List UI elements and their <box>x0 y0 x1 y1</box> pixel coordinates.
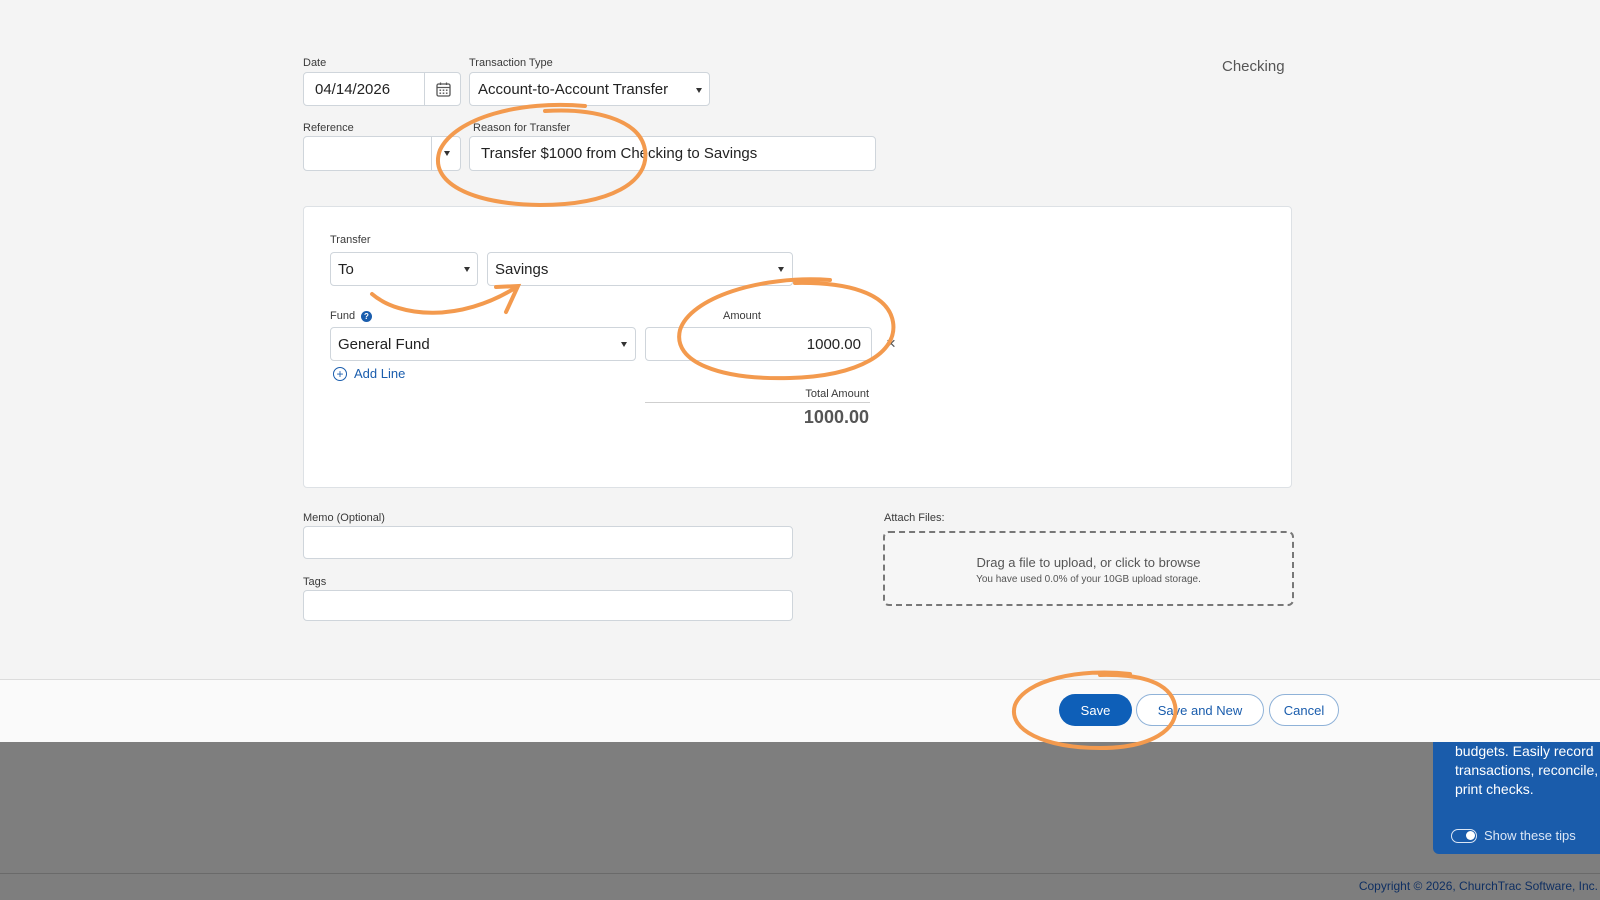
transfer-direction-select[interactable]: To <box>330 252 478 286</box>
reference-label: Reference <box>303 122 354 134</box>
reference-dropdown-button[interactable] <box>431 136 461 171</box>
transfer-account-select[interactable]: Savings <box>487 252 793 286</box>
dropzone-main-text: Drag a file to upload, or click to brows… <box>976 555 1201 570</box>
fund-value: General Fund <box>338 335 430 353</box>
account-title: Checking <box>1222 58 1285 75</box>
fund-label: Fund <box>330 310 356 322</box>
cancel-button[interactable]: Cancel <box>1269 694 1339 726</box>
transfer-direction-value: To <box>338 260 354 278</box>
reason-value: Transfer $1000 from Checking to Savings <box>481 145 758 162</box>
add-line-button[interactable]: + Add Line <box>333 366 405 381</box>
date-value: 04/14/2026 <box>315 80 391 98</box>
calendar-button[interactable] <box>424 72 461 106</box>
file-dropzone[interactable]: Drag a file to upload, or click to brows… <box>883 531 1294 606</box>
chevron-down-icon <box>464 267 470 272</box>
save-and-new-button[interactable]: Save and New <box>1136 694 1264 726</box>
transaction-modal: Checking Date 04/14/2026 Transaction Typ… <box>0 0 1600 742</box>
add-line-label: Add Line <box>354 366 406 381</box>
remove-line-icon[interactable]: × <box>886 334 896 354</box>
transaction-type-select[interactable]: Account-to-Account Transfer <box>469 72 710 106</box>
save-button[interactable]: Save <box>1059 694 1132 726</box>
help-icon[interactable]: ? <box>361 311 372 322</box>
tips-panel: budgets. Easily record transactions, rec… <box>1433 742 1600 854</box>
amount-label: Amount <box>723 310 761 322</box>
reason-label: Reason for Transfer <box>473 122 571 134</box>
modal-footer <box>0 679 1600 742</box>
transaction-type-value: Account-to-Account Transfer <box>478 80 669 98</box>
toggle-switch-icon <box>1451 828 1477 843</box>
reason-field[interactable]: Transfer $1000 from Checking to Savings <box>469 136 876 171</box>
transfer-account-value: Savings <box>495 260 549 278</box>
total-amount-value: 1000.00 <box>803 407 869 427</box>
attach-files-label: Attach Files: <box>884 512 945 524</box>
chevron-down-icon <box>621 342 627 347</box>
transfer-label: Transfer <box>330 234 371 246</box>
date-label: Date <box>303 57 327 69</box>
dropzone-storage-text: You have used 0.0% of your 10GB upload s… <box>976 574 1201 585</box>
tags-field[interactable] <box>303 590 793 621</box>
amount-value: 1000.00 <box>806 335 861 353</box>
chevron-down-icon <box>696 88 702 93</box>
tags-label: Tags <box>303 576 327 588</box>
memo-label: Memo (Optional) <box>303 512 385 524</box>
transaction-type-label: Transaction Type <box>469 57 553 69</box>
total-divider <box>645 402 870 403</box>
copyright-text: Copyright © 2026, ChurchTrac Software, I… <box>1358 879 1598 893</box>
amount-field[interactable]: 1000.00 <box>645 327 872 361</box>
chevron-down-icon <box>443 151 450 156</box>
plus-circle-icon: + <box>333 366 347 381</box>
memo-field[interactable] <box>303 526 793 559</box>
tip-text: budgets. Easily record transactions, rec… <box>1455 743 1599 797</box>
show-tips-label: Show these tips <box>1484 828 1576 843</box>
fund-select[interactable]: General Fund <box>330 327 636 361</box>
show-tips-toggle[interactable]: Show these tips <box>1451 828 1576 843</box>
total-amount-label: Total Amount <box>805 388 869 400</box>
footer-divider <box>0 873 1600 874</box>
chevron-down-icon <box>778 267 784 272</box>
calendar-icon <box>435 82 451 97</box>
